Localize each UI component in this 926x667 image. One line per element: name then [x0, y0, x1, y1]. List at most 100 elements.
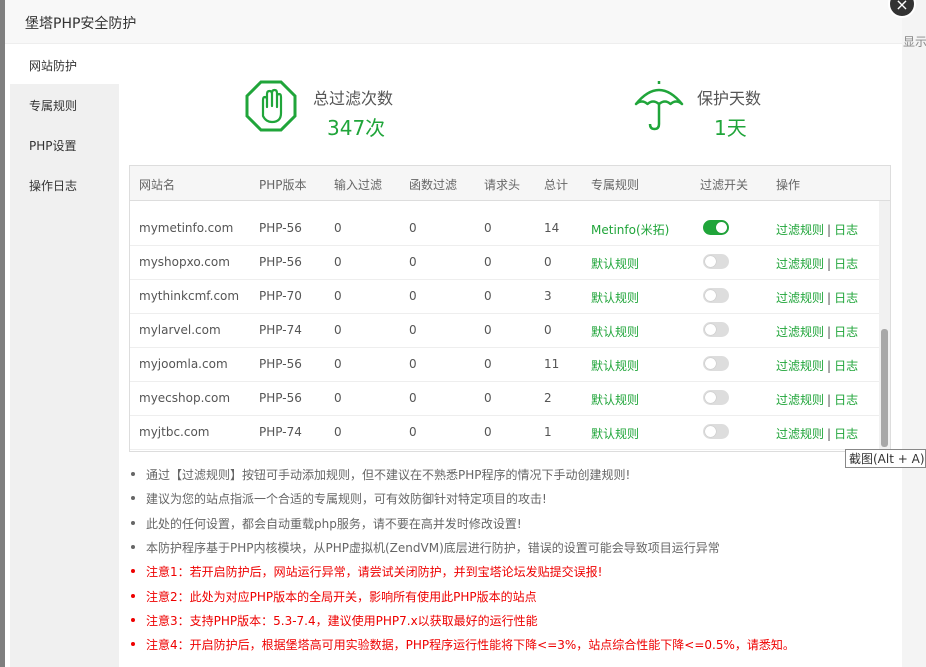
- row-actions: 过滤规则 | 日志: [776, 357, 858, 374]
- toggle-knob: [705, 392, 716, 403]
- row-actions: 过滤规则 | 日志: [776, 255, 858, 272]
- filter-rules-link[interactable]: 过滤规则: [776, 291, 824, 305]
- func-filter-cell: 0: [409, 255, 417, 269]
- sidebar: 网站防护 专属规则 PHP设置 操作日志: [10, 44, 119, 667]
- note-text: 本防护程序基于PHP内核模块，从PHP虚拟机(ZendVM)底层进行防护，错误的…: [146, 540, 720, 555]
- sidebar-item-operation-log[interactable]: 操作日志: [10, 164, 119, 204]
- sidebar-item-exclusive-rules[interactable]: 专属规则: [10, 84, 119, 124]
- input-filter-cell: 0: [334, 391, 342, 405]
- filter-rules-link[interactable]: 过滤规则: [776, 427, 824, 441]
- bullet-icon: [131, 544, 135, 549]
- filter-toggle[interactable]: [703, 356, 729, 371]
- table-row: mythinkcmf.com PHP-70 0 0 0 3 默认规则 过滤规则 | 日志: [130, 279, 879, 314]
- filter-rules-link[interactable]: 过滤规则: [776, 359, 824, 373]
- protect-days-value: 1天: [714, 116, 747, 140]
- rule-link[interactable]: 默认规则: [591, 255, 639, 272]
- table-row: myjtbc.com PHP-74 0 0 0 1 默认规则 过滤规则 | 日志: [130, 415, 879, 450]
- request-header-cell: 0: [484, 391, 492, 405]
- filter-rules-link[interactable]: 过滤规则: [776, 325, 824, 339]
- log-link[interactable]: 日志: [834, 359, 858, 373]
- filter-rules-link[interactable]: 过滤规则: [776, 393, 824, 407]
- total-cell: 0: [544, 255, 552, 269]
- toggle-knob: [705, 426, 716, 437]
- table-header: 网站名 PHP版本 输入过滤 函数过滤 请求头 总计 专属规则 过滤开关 操作: [130, 166, 890, 201]
- total-cell: 14: [544, 221, 560, 235]
- col-header-rule: 专属规则: [591, 178, 640, 192]
- request-header-cell: 0: [484, 255, 492, 269]
- sidebar-item-label: 专属规则: [29, 99, 78, 113]
- table-row: mylarvel.com PHP-74 0 0 0 0 默认规则 过滤规则 | 日志: [130, 313, 879, 348]
- filter-toggle[interactable]: [703, 322, 729, 337]
- table-scrollbar[interactable]: [879, 201, 890, 451]
- func-filter-cell: 0: [409, 391, 417, 405]
- note-text: 注意1：若开启防护后，网站运行异常，请尝试关闭防护，并到宝塔论坛发贴提交误报!: [146, 565, 603, 580]
- request-header-cell: 0: [484, 221, 492, 235]
- site-name-cell: mythinkcmf.com: [139, 289, 240, 303]
- func-filter-cell: 0: [409, 357, 417, 371]
- log-link[interactable]: 日志: [834, 325, 858, 339]
- total-cell: 11: [544, 357, 560, 371]
- log-link[interactable]: 日志: [834, 223, 858, 237]
- site-name-cell: myecshop.com: [139, 391, 231, 405]
- toggle-knob: [716, 222, 727, 233]
- filter-count-label: 总过滤次数: [313, 89, 394, 108]
- toggle-knob: [705, 358, 716, 369]
- note-text: 通过【过滤规则】按钮可手动添加规则，但不建议在不熟悉PHP程序的情况下手动创建规…: [146, 468, 631, 482]
- filter-rules-link[interactable]: 过滤规则: [776, 257, 824, 271]
- total-cell: 0: [544, 323, 552, 337]
- input-filter-cell: 0: [334, 255, 342, 269]
- filter-toggle[interactable]: [703, 288, 729, 303]
- site-name-cell: mymetinfo.com: [139, 221, 234, 235]
- log-link[interactable]: 日志: [834, 257, 858, 271]
- table-row: myshopxo.com PHP-56 0 0 0 0 默认规则 过滤规则 | 日志: [130, 245, 879, 280]
- dialog-header: 堡塔PHP安全防护: [5, 0, 902, 44]
- rule-link[interactable]: 默认规则: [591, 391, 639, 408]
- row-actions: 过滤规则 | 日志: [776, 221, 858, 238]
- note-text: 注意3：支持PHP版本：5.3-7.4，建议使用PHP7.x以获取最好的运行性能: [146, 613, 538, 628]
- umbrella-icon: [634, 81, 684, 131]
- sidebar-item-site-protection[interactable]: 网站防护: [10, 44, 119, 84]
- col-header-func-filter: 函数过滤: [409, 178, 458, 192]
- col-header-site: 网站名: [139, 178, 176, 192]
- filter-rules-link[interactable]: 过滤规则: [776, 223, 824, 237]
- action-separator: |: [827, 359, 832, 373]
- php-version-cell: PHP-70: [259, 289, 302, 303]
- input-filter-cell: 0: [334, 289, 342, 303]
- bullet-icon: [131, 617, 135, 622]
- request-header-cell: 0: [484, 323, 492, 337]
- log-link[interactable]: 日志: [834, 393, 858, 407]
- rule-link[interactable]: 默认规则: [591, 323, 639, 340]
- col-header-total: 总计: [544, 178, 569, 192]
- rule-link[interactable]: 默认规则: [591, 425, 639, 442]
- toggle-knob: [705, 324, 716, 335]
- site-name-cell: myjoomla.com: [139, 357, 228, 371]
- log-link[interactable]: 日志: [834, 427, 858, 441]
- filter-toggle[interactable]: [703, 254, 729, 269]
- sidebar-item-label: PHP设置: [29, 139, 77, 153]
- rule-link[interactable]: 默认规则: [591, 357, 639, 374]
- sidebar-item-php-settings[interactable]: PHP设置: [10, 124, 119, 164]
- row-actions: 过滤规则 | 日志: [776, 323, 858, 340]
- request-header-cell: 0: [484, 357, 492, 371]
- filter-toggle[interactable]: [703, 390, 729, 405]
- rule-link[interactable]: Metinfo(米拓): [591, 221, 669, 238]
- action-separator: |: [827, 325, 832, 339]
- bullet-icon: [131, 593, 135, 598]
- note-text: 注意4：开启防护后，根据堡塔高可用实验数据，PHP程序运行性能将下降<=3%，站…: [146, 638, 795, 653]
- log-link[interactable]: 日志: [834, 291, 858, 305]
- stop-hand-icon: [245, 80, 297, 132]
- note-text: 建议为您的站点指派一个合适的专属规则，可有效防御针对特定项目的攻击!: [146, 492, 547, 507]
- background-page: [902, 0, 926, 667]
- toggle-knob: [705, 290, 716, 301]
- input-filter-cell: 0: [334, 425, 342, 439]
- scrollbar-thumb[interactable]: [881, 329, 888, 447]
- row-actions: 过滤规则 | 日志: [776, 425, 858, 442]
- filter-toggle[interactable]: [703, 220, 729, 235]
- row-actions: 过滤规则 | 日志: [776, 391, 858, 408]
- col-header-request-header: 请求头: [484, 178, 521, 192]
- rule-link[interactable]: 默认规则: [591, 289, 639, 306]
- sidebar-item-label: 操作日志: [29, 179, 78, 193]
- filter-toggle[interactable]: [703, 424, 729, 439]
- bullet-icon: [131, 569, 135, 574]
- action-separator: |: [827, 427, 832, 441]
